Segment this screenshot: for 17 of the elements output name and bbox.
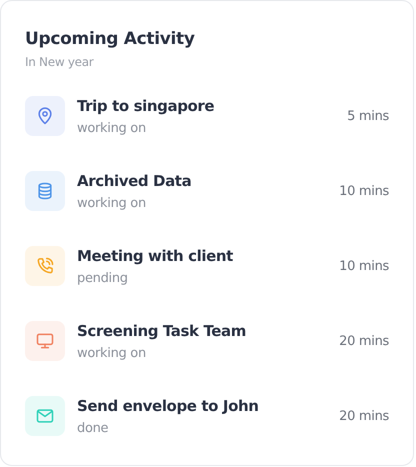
activity-duration: 20 mins — [339, 408, 389, 424]
activity-title: Archived Data — [77, 172, 192, 190]
activity-status: working on — [77, 346, 147, 362]
activity-title: Meeting with client — [77, 247, 234, 265]
activity-title: Screening Task Team — [77, 322, 248, 340]
activity-title: Send envelope to John — [77, 397, 260, 415]
card-title: Upcoming Activity — [25, 28, 196, 51]
activity-duration: 10 mins — [339, 258, 389, 274]
activity-status: done — [77, 421, 110, 437]
activity-duration: 10 mins — [339, 184, 389, 198]
activity-title: Trip to singapore — [77, 97, 216, 115]
activity-status: pending — [77, 271, 129, 287]
activity-status: working on — [77, 121, 147, 137]
card-subtitle: In New year — [25, 54, 95, 71]
activity-status: working on — [77, 196, 147, 212]
activity-duration: 5 mins — [347, 108, 389, 124]
activity-duration: 20 mins — [339, 334, 389, 348]
